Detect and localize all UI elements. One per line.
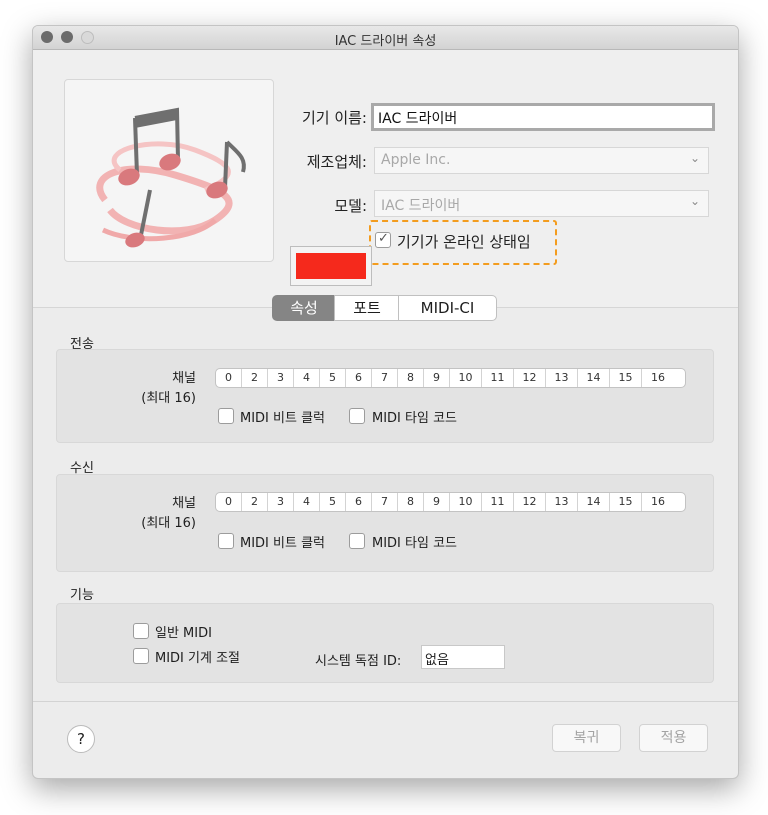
tab-ports[interactable]: 포트 (334, 295, 400, 321)
channel-2[interactable]: 2 (242, 369, 268, 387)
time-code-label: MIDI 타임 코드 (372, 411, 457, 426)
checkbox[interactable] (349, 408, 365, 424)
channel-10[interactable]: 10 (450, 369, 482, 387)
music-notes-icon (96, 107, 246, 248)
device-icon[interactable] (64, 79, 274, 262)
channel-12[interactable]: 12 (514, 369, 546, 387)
general-midi-label: 일반 MIDI (155, 626, 212, 641)
channel-2[interactable]: 2 (242, 493, 268, 511)
channel-15[interactable]: 15 (610, 369, 642, 387)
online-checkbox[interactable]: ✓ 기기가 온라인 상태임 (375, 230, 550, 252)
device-name-label: 기기 이름: (301, 109, 367, 127)
receive-time-code-checkbox[interactable]: MIDI 타임 코드 (349, 531, 479, 551)
checkbox-checked[interactable]: ✓ (375, 231, 391, 248)
features-group: 일반 MIDI MIDI 기계 조절 시스템 독점 ID: 없음 (56, 603, 714, 683)
checkbox[interactable] (218, 533, 234, 549)
channel-14[interactable]: 14 (578, 369, 610, 387)
receive-beat-clock-checkbox[interactable]: MIDI 비트 클럭 (218, 531, 348, 551)
channel-13[interactable]: 13 (546, 493, 578, 511)
manufacturer-dropdown[interactable]: Apple Inc. ⌄ (374, 147, 709, 174)
transmit-channel-selector[interactable]: 0 2 3 4 5 6 7 8 9 10 11 12 13 14 15 16 (215, 368, 686, 388)
checkbox[interactable] (218, 408, 234, 424)
channel-13[interactable]: 13 (546, 369, 578, 387)
channel-3[interactable]: 3 (268, 493, 294, 511)
channel-16[interactable]: 16 (642, 493, 674, 511)
channel-5[interactable]: 5 (320, 369, 346, 387)
help-button[interactable]: ? (67, 725, 95, 753)
time-code-label: MIDI 타임 코드 (372, 536, 457, 551)
checkbox[interactable] (133, 623, 149, 639)
title-bar: IAC 드라이버 속성 (33, 26, 738, 50)
tab-bar: 속성 포트 MIDI-CI (272, 295, 497, 321)
channel-0[interactable]: 0 (216, 493, 242, 511)
channel-15[interactable]: 15 (610, 493, 642, 511)
manufacturer-label: 제조업체: (306, 153, 367, 171)
channel-11[interactable]: 11 (482, 369, 514, 387)
checkbox[interactable] (349, 533, 365, 549)
channel-label: 채널 (172, 496, 196, 511)
channel-14[interactable]: 14 (578, 493, 610, 511)
channel-0[interactable]: 0 (216, 369, 242, 387)
manufacturer-value: Apple Inc. (381, 152, 451, 168)
channel-4[interactable]: 4 (294, 369, 320, 387)
channel-max-label: (최대 16) (141, 516, 196, 531)
receive-channel-selector[interactable]: 0 2 3 4 5 6 7 8 9 10 11 12 13 14 15 16 (215, 492, 686, 512)
revert-button[interactable]: 복귀 (552, 724, 621, 752)
tab-properties[interactable]: 속성 (272, 295, 336, 321)
footer-divider (33, 701, 738, 702)
channel-9[interactable]: 9 (424, 493, 450, 511)
transmit-group: 채널 (최대 16) 0 2 3 4 5 6 7 8 9 10 11 12 13 14 15 16 MIDI … (56, 349, 714, 443)
online-label: 기기가 온라인 상태임 (397, 233, 531, 251)
channel-12[interactable]: 12 (514, 493, 546, 511)
sysex-id-label: 시스템 독점 ID: (315, 654, 402, 669)
channel-8[interactable]: 8 (398, 369, 424, 387)
channel-5[interactable]: 5 (320, 493, 346, 511)
channel-label: 채널 (172, 371, 196, 386)
channel-7[interactable]: 7 (372, 493, 398, 511)
channel-10[interactable]: 10 (450, 493, 482, 511)
channel-4[interactable]: 4 (294, 493, 320, 511)
features-section-label: 기능 (70, 588, 94, 603)
channel-8[interactable]: 8 (398, 493, 424, 511)
color-swatch (296, 253, 366, 279)
machine-control-label: MIDI 기계 조절 (155, 651, 240, 666)
channel-11[interactable]: 11 (482, 493, 514, 511)
model-value: IAC 드라이버 (381, 198, 461, 214)
device-properties-window: IAC 드라이버 속성 기기 이름: 제조업체: 모델: IAC 드라이버 Ap… (32, 25, 739, 779)
channel-3[interactable]: 3 (268, 369, 294, 387)
beat-clock-label: MIDI 비트 클럭 (240, 411, 325, 426)
channel-16[interactable]: 16 (642, 369, 674, 387)
device-name-value: IAC 드라이버 (378, 111, 458, 127)
apply-button[interactable]: 적용 (639, 724, 708, 752)
sysex-id-value: 없음 (425, 653, 449, 668)
sysex-id-field[interactable]: 없음 (421, 645, 505, 669)
channel-9[interactable]: 9 (424, 369, 450, 387)
channel-7[interactable]: 7 (372, 369, 398, 387)
model-dropdown[interactable]: IAC 드라이버 ⌄ (374, 190, 709, 217)
transmit-time-code-checkbox[interactable]: MIDI 타임 코드 (349, 406, 479, 426)
window-title: IAC 드라이버 속성 (334, 34, 437, 49)
device-name-field[interactable]: IAC 드라이버 (371, 103, 715, 131)
channel-6[interactable]: 6 (346, 493, 372, 511)
chevron-down-icon: ⌄ (689, 194, 700, 208)
checkmark-icon: ✓ (378, 231, 389, 246)
transmit-beat-clock-checkbox[interactable]: MIDI 비트 클럭 (218, 406, 348, 426)
tab-midi-ci[interactable]: MIDI-CI (398, 295, 497, 321)
model-label: 모델: (334, 197, 367, 215)
chevron-down-icon: ⌄ (689, 151, 700, 165)
receive-group: 채널 (최대 16) 0 2 3 4 5 6 7 8 9 10 11 12 13 14 15 16 MIDI … (56, 474, 714, 572)
channel-6[interactable]: 6 (346, 369, 372, 387)
device-info-pane: 기기 이름: 제조업체: 모델: IAC 드라이버 Apple Inc. ⌄ I… (33, 50, 738, 308)
general-midi-checkbox[interactable]: 일반 MIDI (133, 621, 253, 641)
machine-control-checkbox[interactable]: MIDI 기계 조절 (133, 646, 283, 666)
channel-max-label: (최대 16) (141, 391, 196, 406)
beat-clock-label: MIDI 비트 클럭 (240, 536, 325, 551)
color-well[interactable] (290, 246, 372, 286)
checkbox[interactable] (133, 648, 149, 664)
